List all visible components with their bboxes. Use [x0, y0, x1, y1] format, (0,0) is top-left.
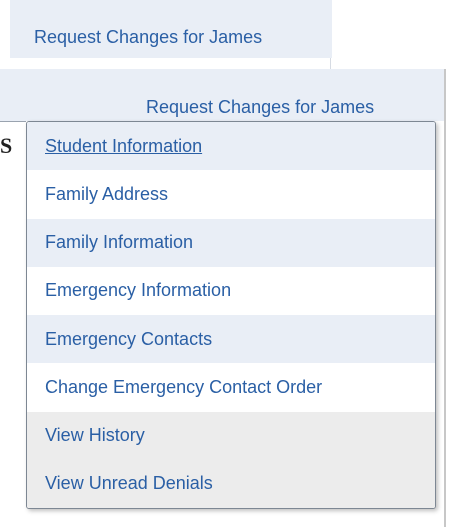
menu-item-label: Emergency Contacts [45, 328, 213, 349]
request-changes-link[interactable]: Request Changes for James [146, 97, 374, 118]
screen: Request Changes for James Request Change… [0, 0, 460, 527]
section-heading-fragment: S [0, 133, 13, 158]
menu-item-label: Family Information [45, 232, 194, 253]
section-heading-rule [0, 121, 26, 122]
menu-item-label: View History [45, 425, 145, 446]
menu-item-emergency-information[interactable]: Emergency Information [27, 266, 435, 315]
menu-item-label: Emergency Information [45, 280, 232, 301]
background-request-changes-link[interactable]: Request Changes for James [34, 27, 262, 48]
menu-item-view-unread-denials[interactable]: View Unread Denials [27, 459, 435, 508]
menu-item-family-information[interactable]: Family Information [27, 218, 435, 267]
menu-item-label: Student Information [45, 135, 203, 156]
menu-item-label: Change Emergency Contact Order [45, 376, 323, 397]
menu-item-label: Family Address [45, 183, 169, 204]
panel-right-border [444, 69, 446, 527]
menu-item-label: View Unread Denials [45, 473, 213, 494]
menu-item-view-history[interactable]: View History [27, 411, 435, 460]
menu-item-emergency-contacts[interactable]: Emergency Contacts [27, 315, 435, 364]
menu-item-student-information[interactable]: Student Information [27, 122, 435, 171]
request-changes-menu: Student Information Family Address Famil… [26, 121, 436, 509]
menu-item-family-address[interactable]: Family Address [27, 170, 435, 219]
menu-item-change-emergency-contact-order[interactable]: Change Emergency Contact Order [27, 363, 435, 412]
